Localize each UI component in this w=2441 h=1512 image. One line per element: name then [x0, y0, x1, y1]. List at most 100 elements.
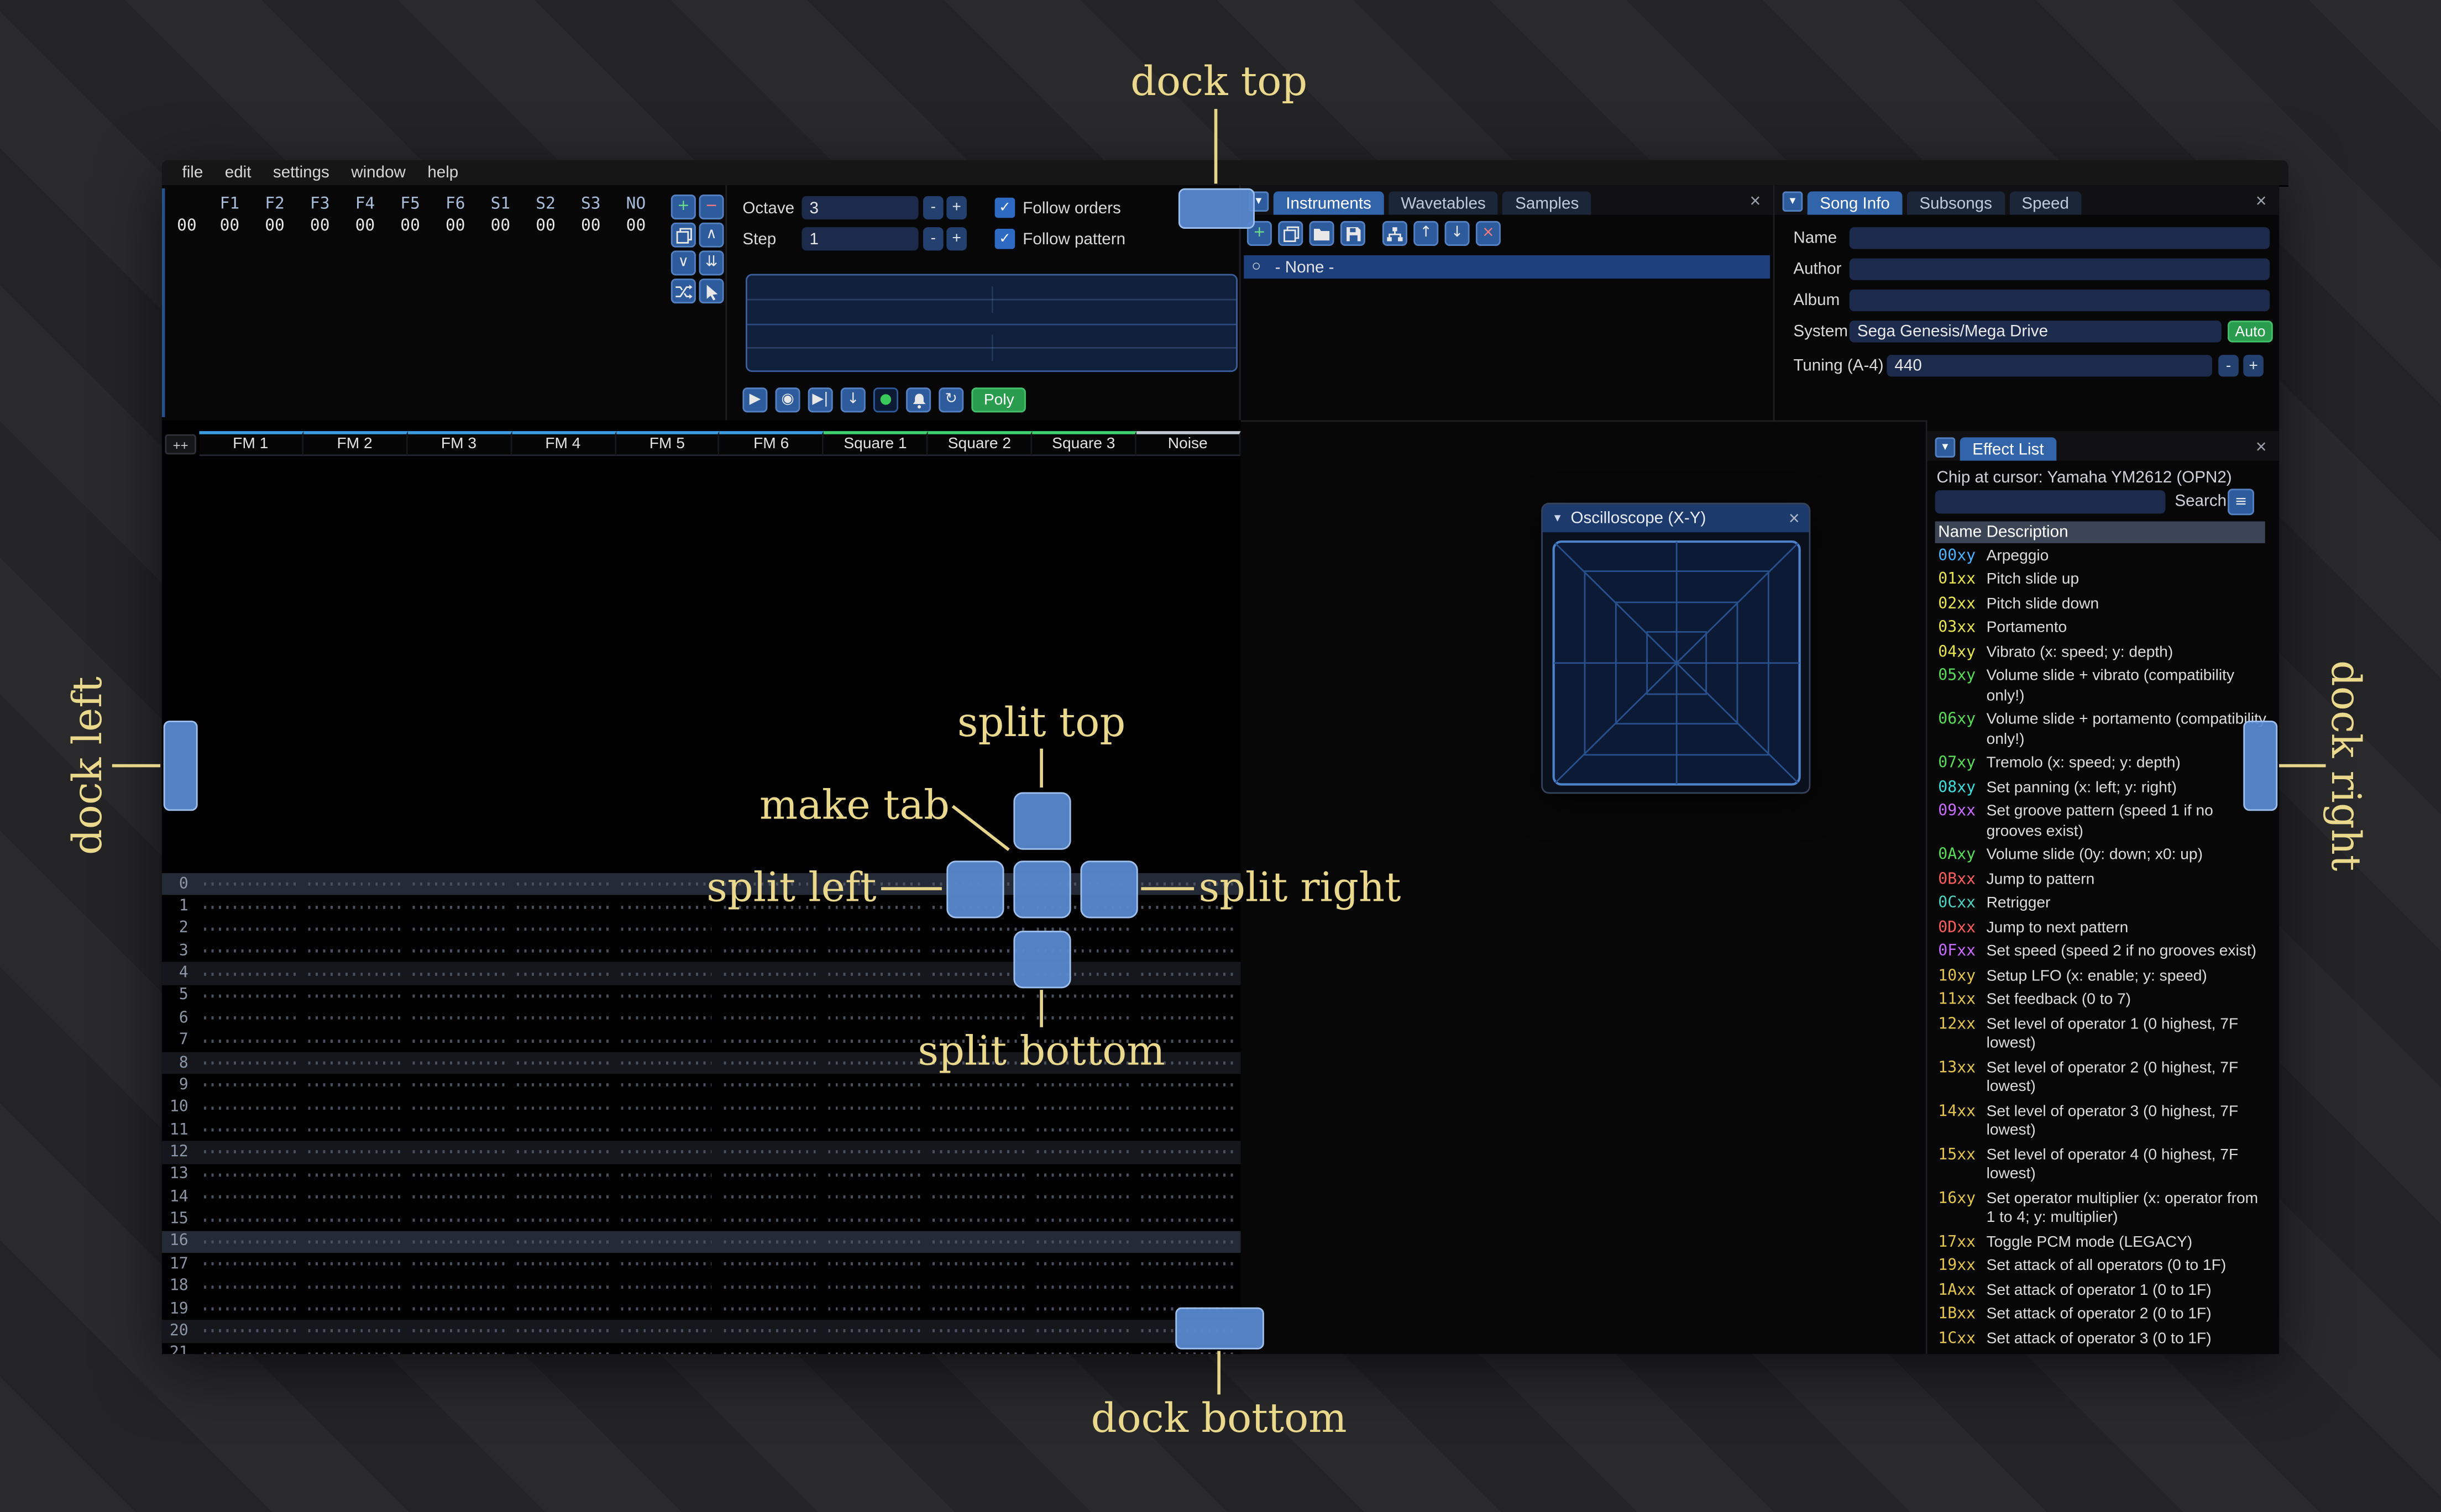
pattern-cell[interactable]	[407, 963, 511, 985]
pattern-row[interactable]: 14	[162, 1186, 1241, 1208]
pattern-cell[interactable]	[303, 1052, 407, 1074]
auto-system-button[interactable]: Auto	[2228, 321, 2273, 343]
pattern-cell[interactable]	[303, 1074, 407, 1096]
pattern-cell[interactable]	[720, 1096, 824, 1119]
pattern-cell[interactable]	[616, 1052, 720, 1074]
order-cell[interactable]: 00	[297, 216, 343, 237]
pattern-cell[interactable]	[720, 1231, 824, 1253]
order-cell[interactable]: 00	[568, 216, 614, 237]
collapse-icon[interactable]: ▼	[1552, 513, 1563, 524]
pattern-cell[interactable]	[199, 918, 303, 940]
pattern-cell[interactable]	[1033, 1298, 1136, 1320]
pattern-cell[interactable]	[616, 1298, 720, 1320]
tuning-decrease-button[interactable]: -	[2218, 355, 2239, 377]
pattern-cell[interactable]	[928, 1275, 1032, 1298]
channel-header-fm-3[interactable]: FM 3	[407, 431, 512, 456]
pattern-cell[interactable]	[1136, 1096, 1240, 1119]
effect-row[interactable]: 17xx Toggle PCM mode (LEGACY)	[1935, 1231, 2270, 1256]
effect-row[interactable]: 00xy Arpeggio	[1935, 545, 2270, 569]
effect-list-menu-button[interactable]: ≡	[2228, 489, 2255, 516]
pattern-cell[interactable]	[512, 1342, 616, 1355]
dock-left-target[interactable]	[163, 720, 198, 811]
pattern-cell[interactable]	[720, 1275, 824, 1298]
pattern-cell[interactable]	[616, 1141, 720, 1163]
pattern-row[interactable]: 11	[162, 1119, 1241, 1141]
pattern-cell[interactable]	[512, 1231, 616, 1253]
effect-row[interactable]: 0Bxx Jump to pattern	[1935, 868, 2270, 893]
pattern-cell[interactable]	[199, 963, 303, 985]
pattern-cell[interactable]	[407, 1030, 511, 1052]
pattern-cell[interactable]	[407, 1074, 511, 1096]
pattern-cell[interactable]	[303, 1320, 407, 1342]
channel-header-noise[interactable]: Noise	[1136, 431, 1241, 456]
dock-bottom-target[interactable]	[1175, 1307, 1264, 1350]
pattern-cell[interactable]	[303, 1119, 407, 1141]
order-add-button[interactable]: +	[671, 195, 696, 220]
pattern-cell[interactable]	[199, 895, 303, 917]
pattern-row[interactable]: 13	[162, 1164, 1241, 1186]
effect-row[interactable]: 0Cxx Retrigger	[1935, 893, 2270, 917]
pattern-cell[interactable]	[1136, 1074, 1240, 1096]
pattern-cell[interactable]	[1033, 1253, 1136, 1275]
play-from-cursor-button[interactable]: ▶|	[808, 387, 833, 413]
order-change-all-button[interactable]	[671, 279, 696, 304]
pattern-cell[interactable]	[720, 1141, 824, 1163]
effect-row[interactable]: 16xy Set operator multiplier (x: operator…	[1935, 1188, 2270, 1231]
pattern-cell[interactable]	[928, 1298, 1032, 1320]
effect-row[interactable]: 02xx Pitch slide down	[1935, 593, 2270, 617]
follow-orders-checkbox[interactable]: ✓	[994, 197, 1015, 218]
pattern-cell[interactable]	[303, 1164, 407, 1186]
pattern-cell[interactable]	[1033, 1096, 1136, 1119]
order-column-header[interactable]: F1	[207, 195, 253, 215]
order-row-number[interactable]: 00	[166, 216, 207, 237]
pattern-row[interactable]: 5	[162, 985, 1241, 1007]
pattern-row[interactable]: 19	[162, 1298, 1241, 1320]
dock-right-target[interactable]	[2243, 720, 2278, 811]
pattern-cell[interactable]	[1033, 1007, 1136, 1030]
step-increase-button[interactable]: +	[946, 227, 967, 251]
pattern-cell[interactable]	[616, 1164, 720, 1186]
order-duplicate-end-button[interactable]: ⇊	[699, 250, 724, 276]
tab-speed[interactable]: Speed	[2009, 191, 2082, 215]
split-left-target[interactable]	[946, 860, 1004, 918]
pattern-cell[interactable]	[407, 1231, 511, 1253]
name-field[interactable]	[1849, 227, 2270, 249]
pattern-cell[interactable]	[1136, 963, 1240, 985]
pattern-cell[interactable]	[720, 1186, 824, 1208]
pattern-row[interactable]: 15	[162, 1209, 1241, 1231]
pattern-cell[interactable]	[720, 1320, 824, 1342]
pattern-cell[interactable]	[512, 1186, 616, 1208]
pattern-cell[interactable]	[824, 985, 928, 1007]
order-column-header[interactable]: S3	[568, 195, 614, 215]
album-field[interactable]	[1849, 289, 2270, 312]
author-field[interactable]	[1849, 258, 2270, 280]
pattern-cell[interactable]	[720, 1253, 824, 1275]
effect-row[interactable]: 07xy Tremolo (x: speed; y: depth)	[1935, 753, 2270, 777]
order-cell[interactable]: 00	[387, 216, 433, 237]
effect-row[interactable]: 13xx Set level of operator 2 (0 highest, …	[1935, 1057, 2270, 1100]
pattern-cell[interactable]	[407, 1209, 511, 1231]
pattern-cell[interactable]	[512, 1141, 616, 1163]
pattern-cell[interactable]	[616, 963, 720, 985]
pattern-cell[interactable]	[407, 1298, 511, 1320]
pattern-cell[interactable]	[512, 1253, 616, 1275]
order-cell[interactable]: 00	[252, 216, 297, 237]
pattern-cell[interactable]	[928, 1186, 1032, 1208]
pattern-cell[interactable]	[303, 940, 407, 962]
pattern-cell[interactable]	[1033, 1164, 1136, 1186]
pattern-cell[interactable]	[512, 918, 616, 940]
pattern-cell[interactable]	[199, 940, 303, 962]
effect-row[interactable]: 06xy Volume slide + portamento (compatibi…	[1935, 709, 2270, 753]
repeat-button[interactable]: ↻	[939, 387, 964, 413]
pattern-cell[interactable]	[1136, 1209, 1240, 1231]
pattern-cell[interactable]	[199, 873, 303, 895]
pattern-cell[interactable]	[407, 1007, 511, 1030]
pattern-cell[interactable]	[303, 1096, 407, 1119]
pattern-cell[interactable]	[928, 1119, 1032, 1141]
effect-row[interactable]: 09xx Set groove pattern (speed 1 if no gr…	[1935, 801, 2270, 844]
instrument-open-button[interactable]	[1309, 221, 1334, 246]
pattern-cell[interactable]	[407, 1253, 511, 1275]
effect-row[interactable]: 0Fxx Set speed (speed 2 if no grooves exi…	[1935, 941, 2270, 965]
menu-item-window[interactable]: window	[341, 160, 417, 185]
pattern-cell[interactable]	[1033, 1186, 1136, 1208]
